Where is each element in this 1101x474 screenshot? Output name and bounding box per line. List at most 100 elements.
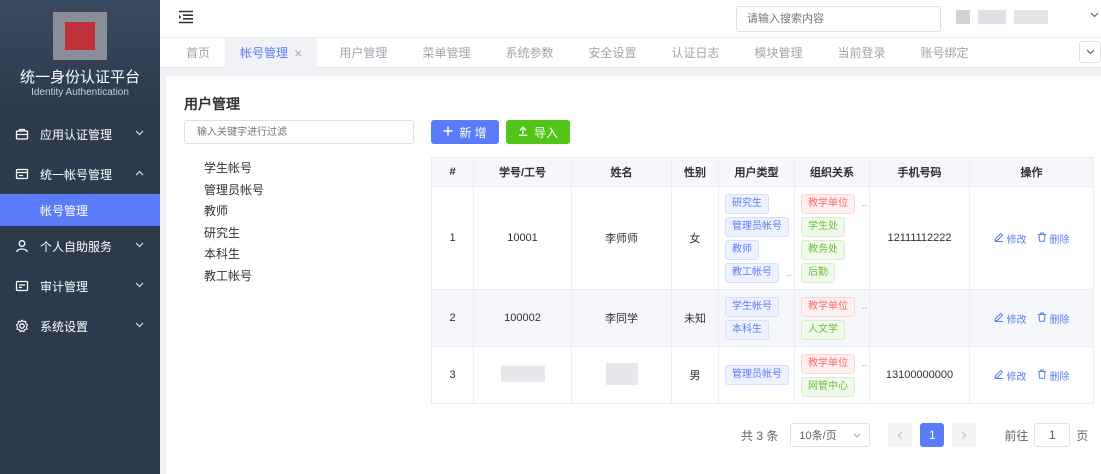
menu-collapse-icon[interactable] — [178, 10, 194, 27]
row-gender: 男 — [671, 346, 719, 404]
tab-account-management[interactable]: 帐号管理 ✕ — [225, 37, 318, 68]
column-header: 操作 — [969, 157, 1094, 187]
tree-item[interactable]: 研究生 — [204, 223, 264, 245]
chevron-down-icon[interactable] — [1090, 10, 1099, 21]
org-tag: 后勤 — [801, 262, 835, 283]
more-ellipsis: .. — [786, 267, 792, 279]
sidebar-item-audit[interactable]: 审计管理 — [0, 266, 160, 306]
row-index: 2 — [431, 289, 474, 347]
sidebar-item-label: 系统设置 — [40, 319, 89, 334]
tree-item[interactable]: 学生帐号 — [204, 158, 264, 180]
column-header: 性别 — [671, 157, 719, 187]
chevron-down-icon — [135, 280, 144, 291]
row-gender: 未知 — [671, 289, 719, 347]
row-id: 100002 — [473, 289, 572, 347]
search-input[interactable] — [736, 6, 941, 32]
redacted-id — [500, 365, 545, 382]
tree-item[interactable]: 本科生 — [204, 244, 264, 266]
user-menu[interactable] — [956, 10, 1048, 24]
row-actions: 修改 删除 — [969, 186, 1094, 290]
username — [1014, 10, 1048, 24]
tab-system-params[interactable]: 系统参数 — [490, 38, 573, 68]
brand: 统一身份认证平台 Identity Authentication — [0, 0, 160, 110]
org-tag: 学生处 — [801, 216, 845, 237]
sidebar-item-app-auth[interactable]: 应用认证管理 — [0, 114, 160, 154]
tab-module-management[interactable]: 模块管理 — [740, 38, 823, 68]
audit-icon — [14, 278, 30, 294]
column-header: 姓名 — [571, 157, 672, 187]
goto-page: 前往 页 — [1004, 423, 1088, 447]
row-user-types: 学生帐号 本科生 — [718, 289, 795, 347]
sidebar-item-account[interactable]: 统一帐号管理 — [0, 154, 160, 194]
add-button[interactable]: 新 增 — [431, 120, 499, 144]
delete-button[interactable]: 删除 — [1037, 311, 1070, 326]
sidebar-item-self-service[interactable]: 个人自助服务 — [0, 226, 160, 266]
delete-button[interactable]: 删除 — [1037, 368, 1070, 383]
edit-button[interactable]: 修改 — [993, 231, 1027, 246]
row-actions: 修改 删除 — [969, 289, 1094, 347]
edit-button[interactable]: 修改 — [993, 368, 1027, 383]
row-id: 10001 — [473, 186, 572, 290]
sidebar-subitem-account-management[interactable]: 帐号管理 — [0, 194, 160, 226]
column-header: # — [431, 157, 474, 187]
tree-item[interactable]: 管理员帐号 — [204, 180, 264, 202]
chevron-down-icon — [853, 429, 861, 441]
tab-home[interactable]: 首页 — [160, 38, 225, 68]
edit-button[interactable]: 修改 — [993, 311, 1027, 326]
edit-icon — [993, 312, 1004, 325]
user-type-tag: 学生帐号 — [725, 296, 779, 317]
sidebar-item-settings[interactable]: 系统设置 — [0, 306, 160, 346]
chevron-down-icon — [135, 320, 144, 331]
delete-label: 删除 — [1049, 371, 1070, 383]
tree-filter-input[interactable] — [184, 120, 414, 144]
tab-current-login[interactable]: 当前登录 — [823, 38, 906, 68]
org-tag: 教学单位 — [801, 193, 855, 214]
close-icon[interactable]: ✕ — [294, 49, 302, 60]
user-type-tag: 教师 — [725, 239, 759, 260]
delete-button[interactable]: 删除 — [1037, 231, 1070, 246]
page-size-value: 10条/页 — [799, 430, 837, 442]
page-number[interactable]: 1 — [920, 423, 945, 447]
fullscreen-icon[interactable] — [956, 10, 970, 24]
table-row[interactable]: 2 100002 李同学 未知 学生帐号 本科生 教学单位 人文学 .. 修改 … — [431, 289, 1094, 347]
user-type-tag: 管理员帐号 — [725, 365, 789, 385]
tab-auth-log[interactable]: 认证日志 — [656, 38, 739, 68]
redacted-name — [605, 362, 638, 385]
user-type-tag: 管理员帐号 — [725, 216, 789, 237]
account-card-icon — [14, 166, 30, 182]
user-table: # 学号/工号 姓名 性别 用户类型 组织关系 手机号码 操作 1 10001 … — [431, 157, 1094, 404]
tree-item[interactable]: 教师 — [204, 201, 264, 223]
tabs-more-button[interactable] — [1079, 41, 1101, 63]
page-size-select[interactable]: 10条/页 — [790, 423, 871, 447]
tab-account-binding[interactable]: 账号绑定 — [906, 38, 984, 68]
prev-page-button[interactable] — [888, 423, 913, 447]
row-index: 3 — [431, 346, 474, 404]
next-page-button[interactable] — [952, 423, 977, 447]
tab-menu-management[interactable]: 菜单管理 — [407, 38, 490, 68]
more-ellipsis: .. — [861, 300, 867, 312]
chevron-down-icon — [135, 128, 144, 139]
sidebar-item-label: 统一帐号管理 — [40, 167, 113, 182]
goto-page-input[interactable] — [1034, 423, 1071, 447]
delete-icon — [1037, 312, 1047, 325]
org-tag: 网管中心 — [801, 376, 855, 397]
row-phone — [869, 289, 970, 347]
add-button-label: 新 增 — [459, 125, 487, 140]
org-tag: 教学单位 — [801, 353, 855, 374]
goto-suffix: 页 — [1076, 428, 1089, 443]
table-row[interactable]: 3 男 管理员帐号 教学单位 网管中心 .. 13100000000 修改 删除 — [431, 346, 1094, 404]
tab-security-settings[interactable]: 安全设置 — [573, 38, 656, 68]
import-button[interactable]: 导入 — [506, 120, 570, 144]
logo — [53, 12, 107, 60]
row-phone: 13100000000 — [869, 346, 970, 404]
sidebar: 统一身份认证平台 Identity Authentication 应用认证管理 … — [0, 0, 160, 474]
tab-bar: 首页 帐号管理 ✕ 用户管理 菜单管理 系统参数 安全设置 认证日志 模块管理 当… — [160, 37, 1101, 68]
brand-title: 统一身份认证平台 — [19, 69, 140, 86]
more-ellipsis: .. — [861, 357, 867, 369]
tree-item[interactable]: 教工帐号 — [204, 266, 264, 288]
row-phone: 12111112222 — [869, 186, 970, 290]
table-row[interactable]: 1 10001 李师师 女 研究生 管理员帐号 教师 教工帐号 .. 教学单位 — [431, 186, 1094, 290]
tab-user-management[interactable]: 用户管理 — [317, 38, 407, 68]
column-header: 学号/工号 — [473, 157, 572, 187]
upload-icon — [518, 125, 528, 139]
